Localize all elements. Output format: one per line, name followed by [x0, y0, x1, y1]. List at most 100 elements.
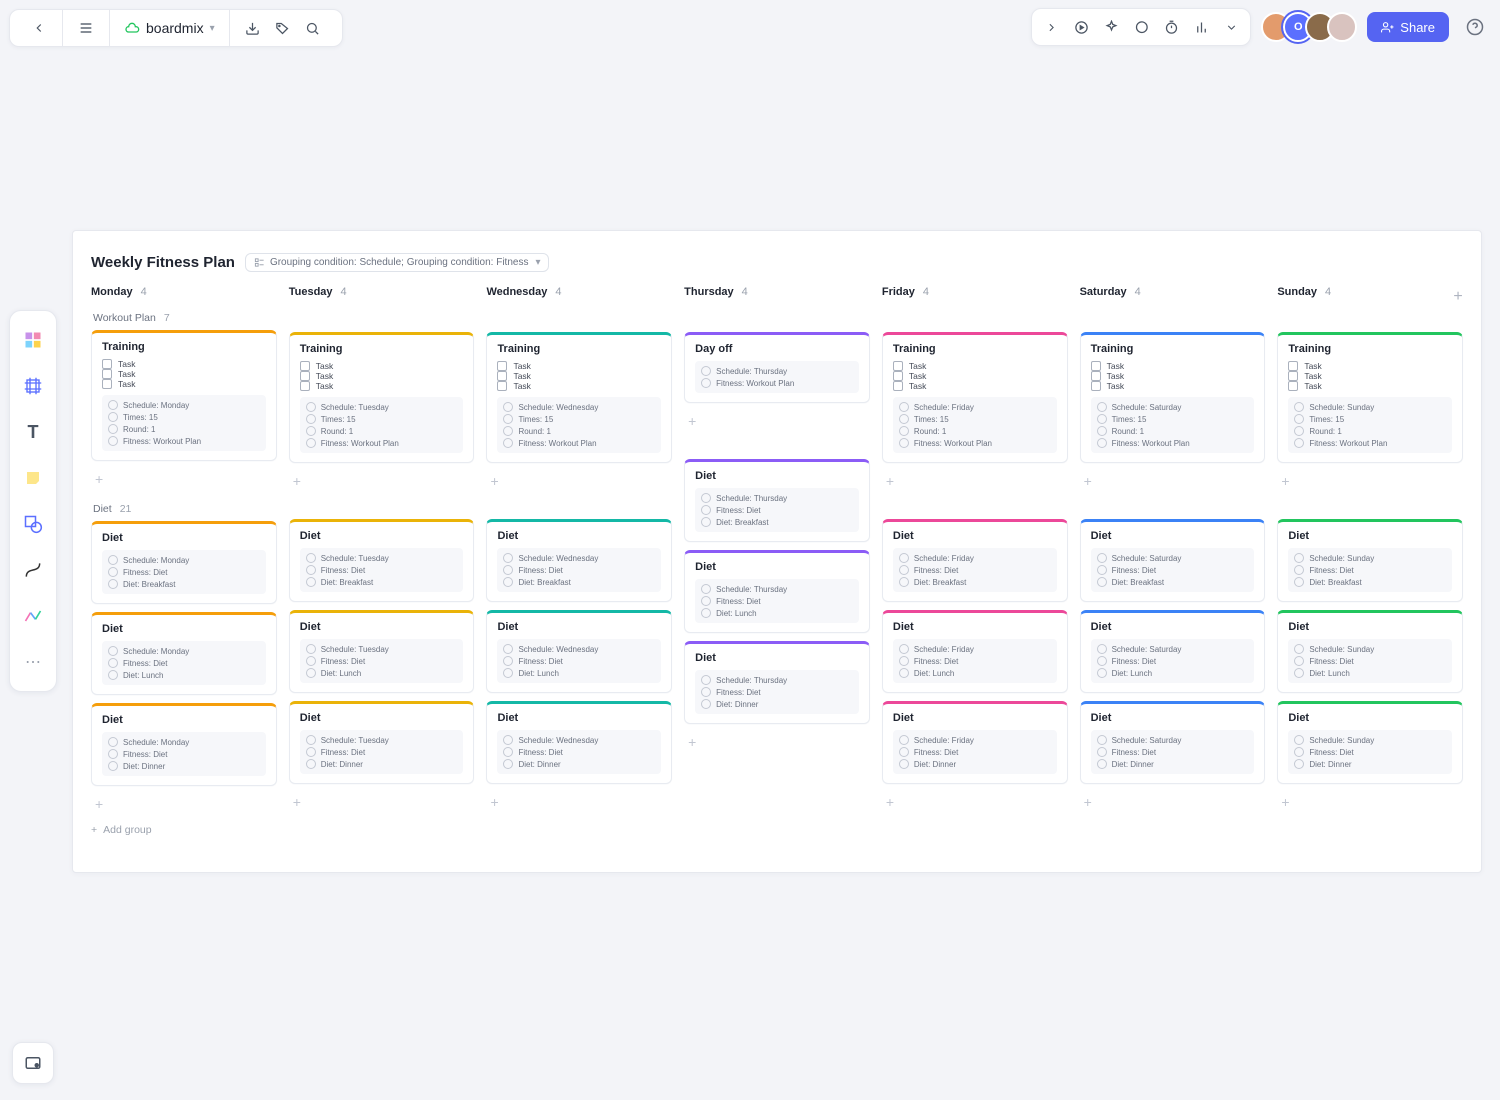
task-item[interactable]: Task — [1288, 381, 1452, 391]
expand-panel-button[interactable] — [1036, 12, 1066, 42]
training-card[interactable]: TrainingTaskTaskTaskSchedule: SundayTime… — [1277, 332, 1463, 463]
add-card-button[interactable]: + — [1277, 792, 1463, 812]
task-item[interactable]: Task — [1091, 371, 1255, 381]
add-card-button[interactable]: + — [684, 411, 870, 431]
task-item[interactable]: Task — [300, 361, 464, 371]
task-item[interactable]: Task — [300, 381, 464, 391]
diet-card[interactable]: DietSchedule: ThursdayFitness: DietDiet:… — [684, 459, 870, 542]
add-card-button[interactable]: + — [91, 469, 277, 489]
diet-card[interactable]: DietSchedule: MondayFitness: DietDiet: D… — [91, 703, 277, 786]
collaborator-avatars[interactable]: O — [1261, 12, 1357, 42]
column-header[interactable]: Thursday4 — [684, 286, 870, 298]
task-item[interactable]: Task — [1091, 361, 1255, 371]
task-item[interactable]: Task — [1288, 361, 1452, 371]
help-button[interactable] — [1459, 11, 1491, 43]
dayoff-card[interactable]: Day offSchedule: ThursdayFitness: Workou… — [684, 332, 870, 403]
checkbox-icon[interactable] — [102, 359, 112, 369]
task-item[interactable]: Task — [497, 361, 661, 371]
tool-sticky[interactable] — [14, 457, 52, 499]
search-button[interactable] — [298, 13, 328, 43]
add-card-button[interactable]: + — [486, 792, 672, 812]
add-card-button[interactable]: + — [91, 794, 277, 814]
add-card-button[interactable]: + — [882, 471, 1068, 491]
diet-card[interactable]: DietSchedule: SundayFitness: DietDiet: L… — [1277, 610, 1463, 693]
checkbox-icon[interactable] — [893, 361, 903, 371]
group-label-workout[interactable]: Workout Plan7 — [93, 312, 277, 324]
task-item[interactable]: Task — [1288, 371, 1452, 381]
task-item[interactable]: Task — [102, 379, 266, 389]
task-item[interactable]: Task — [300, 371, 464, 381]
training-card[interactable]: TrainingTaskTaskTaskSchedule: MondayTime… — [91, 330, 277, 461]
column-header[interactable]: Wednesday4 — [486, 286, 672, 298]
checkbox-icon[interactable] — [893, 381, 903, 391]
back-button[interactable] — [24, 13, 54, 43]
diet-card[interactable]: DietSchedule: MondayFitness: DietDiet: L… — [91, 612, 277, 695]
checkbox-icon[interactable] — [300, 381, 310, 391]
diet-card[interactable]: DietSchedule: MondayFitness: DietDiet: B… — [91, 521, 277, 604]
checkbox-icon[interactable] — [893, 371, 903, 381]
task-item[interactable]: Task — [893, 361, 1057, 371]
checkbox-icon[interactable] — [102, 369, 112, 379]
task-item[interactable]: Task — [893, 381, 1057, 391]
column-header[interactable]: Sunday4 — [1277, 286, 1463, 298]
column-header[interactable]: Monday4 — [91, 286, 277, 298]
add-card-button[interactable]: + — [1277, 471, 1463, 491]
add-card-button[interactable]: + — [289, 792, 475, 812]
add-card-button[interactable]: + — [289, 471, 475, 491]
board-canvas[interactable]: Weekly Fitness Plan Grouping condition: … — [72, 230, 1482, 873]
tool-pen[interactable] — [14, 595, 52, 637]
diet-card[interactable]: DietSchedule: FridayFitness: DietDiet: B… — [882, 519, 1068, 602]
tool-connector[interactable] — [14, 549, 52, 591]
ai-button[interactable] — [1096, 12, 1126, 42]
training-card[interactable]: TrainingTaskTaskTaskSchedule: FridayTime… — [882, 332, 1068, 463]
checkbox-icon[interactable] — [497, 381, 507, 391]
chart-button[interactable] — [1186, 12, 1216, 42]
diet-card[interactable]: DietSchedule: SaturdayFitness: DietDiet:… — [1080, 610, 1266, 693]
present-button[interactable] — [1066, 12, 1096, 42]
add-card-button[interactable]: + — [1080, 792, 1266, 812]
comment-button[interactable] — [1126, 12, 1156, 42]
avatar[interactable] — [1327, 12, 1357, 42]
diet-card[interactable]: DietSchedule: WednesdayFitness: DietDiet… — [486, 701, 672, 784]
add-card-button[interactable]: + — [1080, 471, 1266, 491]
column-header[interactable]: Saturday4 — [1080, 286, 1266, 298]
share-button[interactable]: Share — [1367, 12, 1449, 42]
tool-text[interactable]: T — [14, 411, 52, 453]
more-tools-button[interactable] — [1216, 12, 1246, 42]
task-item[interactable]: Task — [893, 371, 1057, 381]
board-title[interactable]: Weekly Fitness Plan — [91, 254, 235, 271]
diet-card[interactable]: DietSchedule: TuesdayFitness: DietDiet: … — [289, 610, 475, 693]
add-card-button[interactable]: + — [882, 792, 1068, 812]
checkbox-icon[interactable] — [300, 361, 310, 371]
diet-card[interactable]: DietSchedule: FridayFitness: DietDiet: L… — [882, 610, 1068, 693]
grouping-chip[interactable]: Grouping condition: Schedule; Grouping c… — [245, 253, 550, 272]
training-card[interactable]: TrainingTaskTaskTaskSchedule: TuesdayTim… — [289, 332, 475, 463]
tag-button[interactable] — [268, 13, 298, 43]
checkbox-icon[interactable] — [1091, 361, 1101, 371]
brand-dropdown[interactable]: boardmix ▾ — [118, 20, 221, 36]
checkbox-icon[interactable] — [497, 361, 507, 371]
add-column-button[interactable]: + — [1447, 286, 1469, 308]
tool-frame[interactable] — [14, 365, 52, 407]
diet-card[interactable]: DietSchedule: WednesdayFitness: DietDiet… — [486, 519, 672, 602]
minimap-button[interactable] — [12, 1042, 54, 1084]
task-item[interactable]: Task — [1091, 381, 1255, 391]
diet-card[interactable]: DietSchedule: FridayFitness: DietDiet: D… — [882, 701, 1068, 784]
diet-card[interactable]: DietSchedule: TuesdayFitness: DietDiet: … — [289, 701, 475, 784]
tool-more[interactable]: ⋯ — [14, 641, 52, 683]
tool-templates[interactable] — [14, 319, 52, 361]
timer-button[interactable] — [1156, 12, 1186, 42]
training-card[interactable]: TrainingTaskTaskTaskSchedule: WednesdayT… — [486, 332, 672, 463]
training-card[interactable]: TrainingTaskTaskTaskSchedule: SaturdayTi… — [1080, 332, 1266, 463]
group-label-diet[interactable]: Diet21 — [93, 503, 277, 515]
checkbox-icon[interactable] — [1091, 381, 1101, 391]
diet-card[interactable]: DietSchedule: TuesdayFitness: DietDiet: … — [289, 519, 475, 602]
checkbox-icon[interactable] — [1288, 361, 1298, 371]
diet-card[interactable]: DietSchedule: SaturdayFitness: DietDiet:… — [1080, 701, 1266, 784]
task-item[interactable]: Task — [102, 359, 266, 369]
checkbox-icon[interactable] — [1091, 371, 1101, 381]
tool-shape[interactable] — [14, 503, 52, 545]
diet-card[interactable]: DietSchedule: ThursdayFitness: DietDiet:… — [684, 641, 870, 724]
checkbox-icon[interactable] — [1288, 381, 1298, 391]
column-header[interactable]: Tuesday4 — [289, 286, 475, 298]
